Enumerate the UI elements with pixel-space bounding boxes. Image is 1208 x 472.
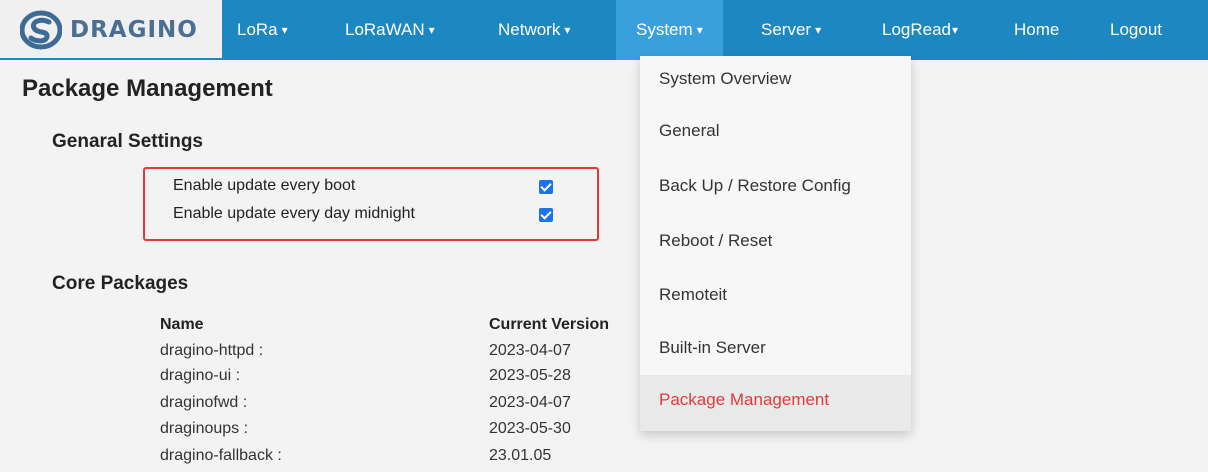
nav-logout-label: Logout — [1110, 20, 1162, 39]
brand-logo[interactable]: DRAGINO — [0, 0, 222, 60]
update-every-day-label: Enable update every day midnight — [173, 205, 415, 222]
nav-lorawan[interactable]: LoRaWAN ▾ — [345, 0, 435, 60]
menu-item-label: Package Management — [659, 390, 830, 409]
package-version: 2023-05-30 — [489, 420, 571, 437]
menu-item-label: Built-in Server — [659, 338, 766, 357]
menu-item-remoteit[interactable]: Remoteit — [640, 272, 911, 324]
nav-system[interactable]: System ▾ — [616, 0, 723, 60]
table-row: dragino-fallback : 23.01.05 — [0, 447, 640, 469]
core-packages-title: Core Packages — [52, 273, 189, 294]
package-name: draginoups : — [160, 420, 249, 437]
chevron-down-icon: ▾ — [815, 23, 822, 37]
top-navbar: DRAGINO LoRa ▾ LoRaWAN ▾ Network ▾ System ▾ … — [0, 0, 1208, 60]
nav-system-label: System — [636, 20, 693, 39]
table-row: draginofwd : 2023-04-07 — [0, 394, 640, 416]
nav-home[interactable]: Home — [1014, 0, 1059, 60]
chevron-down-icon: ▾ — [564, 23, 571, 37]
update-every-boot-checkbox[interactable] — [539, 180, 553, 194]
nav-lora[interactable]: LoRa ▾ — [237, 0, 288, 60]
menu-item-package-management[interactable]: Package Management — [640, 375, 911, 431]
nav-lorawan-label: LoRaWAN — [345, 20, 425, 39]
menu-item-label: Back Up / Restore Config — [659, 176, 851, 195]
menu-item-general[interactable]: General — [640, 108, 911, 160]
system-dropdown-menu: System Overview General Back Up / Restor… — [640, 56, 911, 431]
table-row: draginoups : 2023-05-30 — [0, 420, 640, 442]
chevron-down-icon: ▾ — [428, 23, 435, 37]
menu-item-label: General — [659, 121, 720, 140]
menu-item-label: Remoteit — [659, 285, 728, 304]
general-settings-title: Genaral Settings — [52, 131, 203, 152]
nav-network[interactable]: Network ▾ — [498, 0, 570, 60]
package-version: 23.01.05 — [489, 447, 552, 464]
package-version: 2023-04-07 — [489, 342, 571, 359]
nav-server-label: Server — [761, 20, 812, 39]
table-row: dragino-httpd : 2023-04-07 — [0, 342, 640, 364]
chevron-down-icon: ▾ — [281, 23, 288, 37]
chevron-down-icon: ▾ — [952, 23, 959, 37]
page-title: Package Management — [22, 75, 273, 102]
menu-item-reboot-reset[interactable]: Reboot / Reset — [640, 218, 911, 270]
menu-item-label: Reboot / Reset — [659, 231, 773, 250]
brand-name: DRAGINO — [70, 17, 198, 43]
package-name: dragino-httpd : — [160, 342, 264, 359]
menu-item-system-overview[interactable]: System Overview — [640, 56, 911, 108]
menu-item-label: System Overview — [659, 69, 792, 88]
nav-logout[interactable]: Logout — [1110, 0, 1162, 60]
col-header-version: Current Version — [489, 316, 610, 333]
nav-logread[interactable]: LogRead▾ — [882, 0, 958, 60]
dragino-logo-icon — [20, 10, 62, 50]
nav-home-label: Home — [1014, 20, 1060, 39]
chevron-down-icon: ▾ — [696, 23, 703, 37]
package-version: 2023-04-07 — [489, 394, 571, 411]
nav-network-label: Network — [498, 20, 561, 39]
update-every-day-checkbox[interactable] — [539, 208, 553, 222]
menu-item-builtin-server[interactable]: Built-in Server — [640, 325, 911, 377]
nav-logread-label: LogRead — [882, 20, 952, 39]
nav-server[interactable]: Server ▾ — [761, 0, 821, 60]
nav-lora-label: LoRa — [237, 20, 278, 39]
table-row: dragino-ui : 2023-05-28 — [0, 367, 640, 389]
menu-item-backup-restore[interactable]: Back Up / Restore Config — [640, 163, 911, 215]
update-every-boot-label: Enable update every boot — [173, 177, 356, 194]
package-name: dragino-fallback : — [160, 447, 282, 464]
col-header-name: Name — [160, 316, 204, 333]
package-name: dragino-ui : — [160, 367, 241, 384]
package-name: draginofwd : — [160, 394, 248, 411]
package-version: 2023-05-28 — [489, 367, 571, 384]
